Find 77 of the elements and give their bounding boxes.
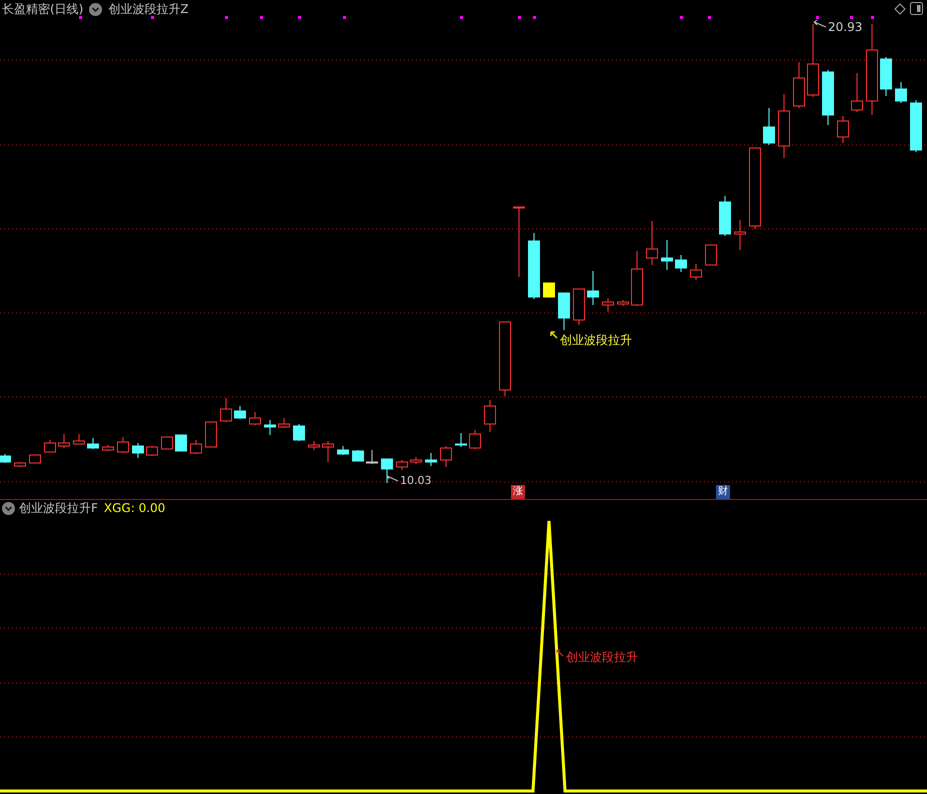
candlestick [646,220,658,266]
candlestick [587,270,599,306]
candlestick [734,220,746,250]
candlestick [249,412,261,426]
candlestick [322,440,334,462]
candlestick [44,440,56,452]
high-price-label: 20.93 [828,19,862,36]
candlestick [793,62,805,108]
candlestick [220,398,232,422]
signal-arrow-icon [550,331,558,339]
signal-label: 创业波段拉升 [560,332,632,349]
candlestick [513,206,525,278]
candlestick [14,462,26,468]
candlestick [396,460,408,470]
candlestick [661,240,673,270]
candlestick [264,420,276,436]
dropdown-icon[interactable] [89,2,102,16]
candlestick [381,458,393,484]
candlestick [851,72,863,112]
low-pointer-icon [386,476,398,482]
candlestick [190,440,202,454]
candlestick [880,56,892,96]
candlestick [117,436,129,454]
candlestick [425,452,437,466]
candlestick [366,450,378,464]
candlestick [410,456,422,464]
candlestick [705,244,717,266]
candlestick [352,450,364,462]
candlestick [234,406,246,420]
candlestick [278,418,290,428]
candlestick [58,434,70,448]
diamond-icon[interactable] [894,3,906,15]
candlestick [132,442,144,458]
candlestick [631,250,643,306]
signal-label: 创业波段拉升 [566,649,638,666]
candlestick [558,292,570,330]
low-price-label: 10.03 [400,473,432,489]
candlestick [528,232,540,300]
candlestick [469,430,481,450]
candlestick [675,254,687,272]
candlestick [308,440,320,450]
signal-arrow-icon [556,650,564,656]
candlestick [337,446,349,456]
candlestick [602,298,614,312]
dropdown-icon[interactable] [2,502,15,514]
candlestick [573,288,585,326]
candlestick [102,444,114,452]
candlestick [455,432,467,448]
high-pointer-icon [814,20,826,28]
candlestick [763,108,775,146]
candlestick [822,70,834,126]
indicator-reading: XGG: 0.00 [104,500,166,517]
chart-title: 长盈精密(日线) [2,1,84,18]
candlestick [161,436,173,450]
candlestick [910,100,922,152]
candlestick [440,446,452,468]
candlestick [895,82,907,104]
candlestick [175,434,187,452]
event-marker[interactable]: 涨 [511,485,525,499]
event-marker[interactable]: 财 [716,485,730,499]
candlestick [293,424,305,442]
candlestick [617,300,629,306]
indicator-name: 创业波段拉升F [19,500,98,517]
candlestick [690,264,702,280]
indicator-name: 创业波段拉升Z [108,1,189,18]
candlestick [146,446,158,456]
candlestick [778,94,790,158]
candlestick [543,282,555,298]
candlestick [0,454,11,464]
candlestick [29,454,41,464]
candlestick [719,196,731,236]
candlestick [205,422,217,448]
candlestick [484,400,496,432]
panel-toggle-icon[interactable] [910,2,923,15]
candlestick [837,116,849,144]
candlestick [87,438,99,450]
candlestick [73,434,85,444]
